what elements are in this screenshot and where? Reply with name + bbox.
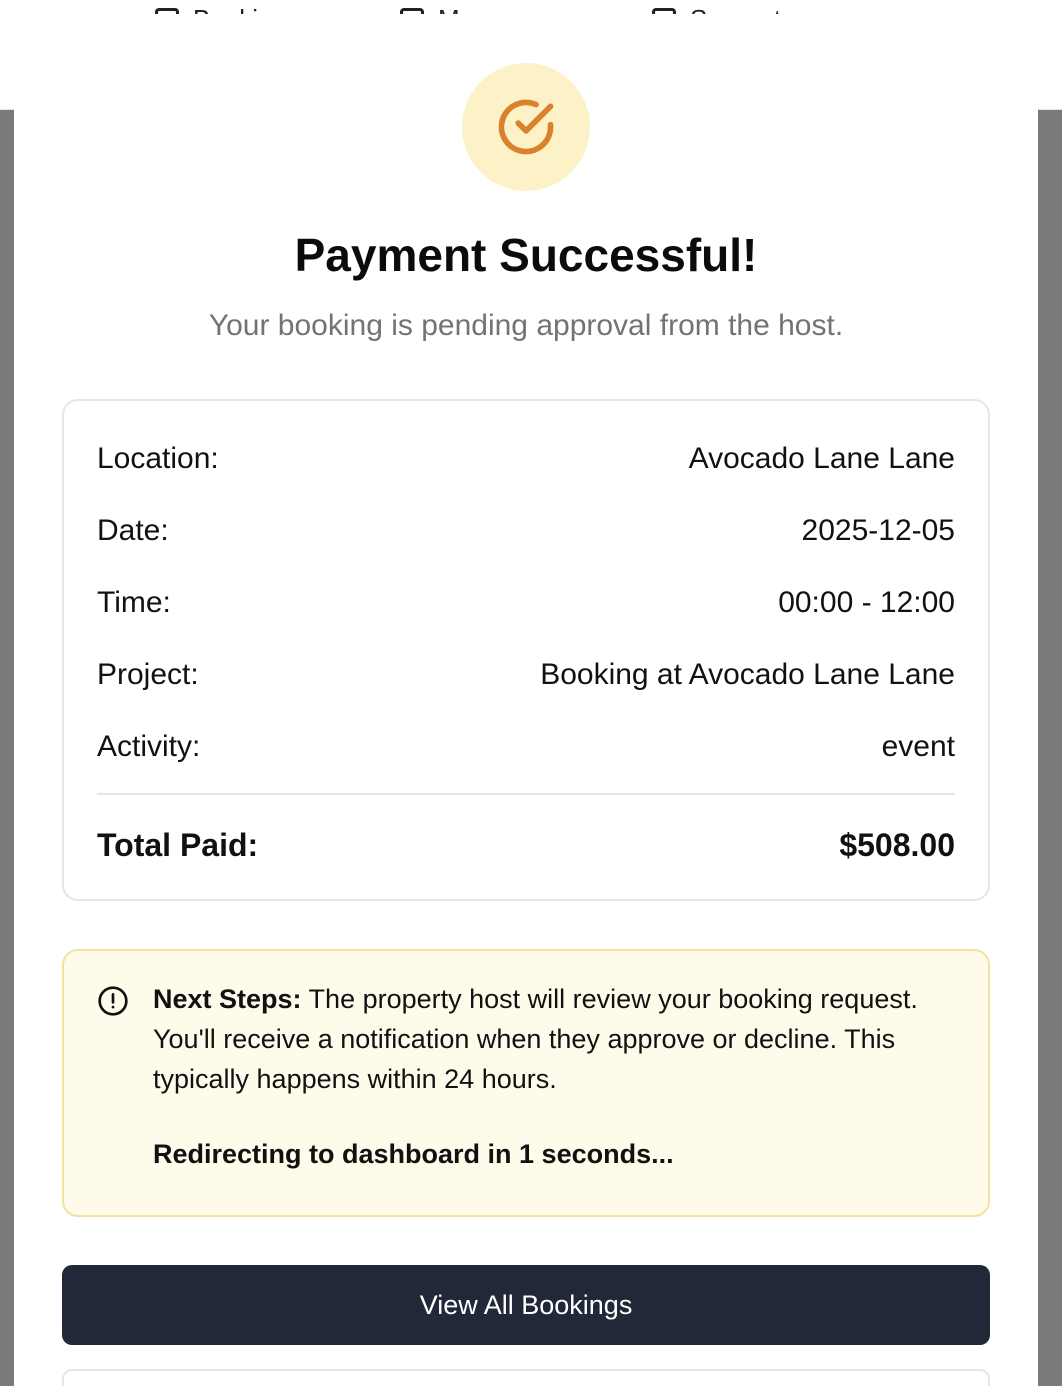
details-divider	[97, 793, 955, 795]
view-all-bookings-button[interactable]: View All Bookings	[62, 1265, 990, 1345]
page-title: Payment Successful!	[294, 229, 758, 281]
detail-row-date: Date: 2025-12-05	[97, 511, 955, 551]
detail-row-location: Location: Avocado Lane Lane	[97, 439, 955, 479]
detail-row-activity: Activity: event	[97, 727, 955, 767]
detail-row-time: Time: 00:00 - 12:00	[97, 583, 955, 623]
detail-row-total: Total Paid: $508.00	[97, 825, 955, 865]
detail-label: Date:	[97, 514, 169, 547]
redirect-countdown: Redirecting to dashboard in 1 seconds...	[153, 1139, 674, 1169]
booking-details-card: Location: Avocado Lane Lane Date: 2025-1…	[62, 399, 990, 901]
detail-label: Activity:	[97, 730, 201, 763]
detail-value: Booking at Avocado Lane Lane	[540, 658, 955, 691]
payment-success-modal: Payment Successful! Your booking is pend…	[14, 14, 1038, 1386]
notice-heading: Next Steps:	[153, 984, 302, 1014]
info-circle-icon	[98, 986, 128, 1016]
detail-value: event	[881, 730, 955, 763]
success-icon-badge	[462, 63, 590, 191]
detail-label: Project:	[97, 658, 199, 691]
notice-text: Next Steps: The property host will revie…	[153, 979, 933, 1099]
detail-value: 2025-12-05	[801, 514, 955, 547]
detail-label: Time:	[97, 586, 171, 619]
detail-row-project: Project: Booking at Avocado Lane Lane	[97, 655, 955, 695]
detail-value: Avocado Lane Lane	[688, 442, 955, 475]
next-steps-notice: Next Steps: The property host will revie…	[62, 949, 990, 1217]
total-label: Total Paid:	[97, 826, 259, 863]
check-circle-icon	[498, 99, 554, 155]
page-subtitle: Your booking is pending approval from th…	[208, 309, 844, 342]
detail-label: Location:	[97, 442, 219, 475]
secondary-button[interactable]	[62, 1369, 990, 1386]
detail-value: 00:00 - 12:00	[778, 586, 955, 619]
total-value: $508.00	[839, 826, 955, 863]
